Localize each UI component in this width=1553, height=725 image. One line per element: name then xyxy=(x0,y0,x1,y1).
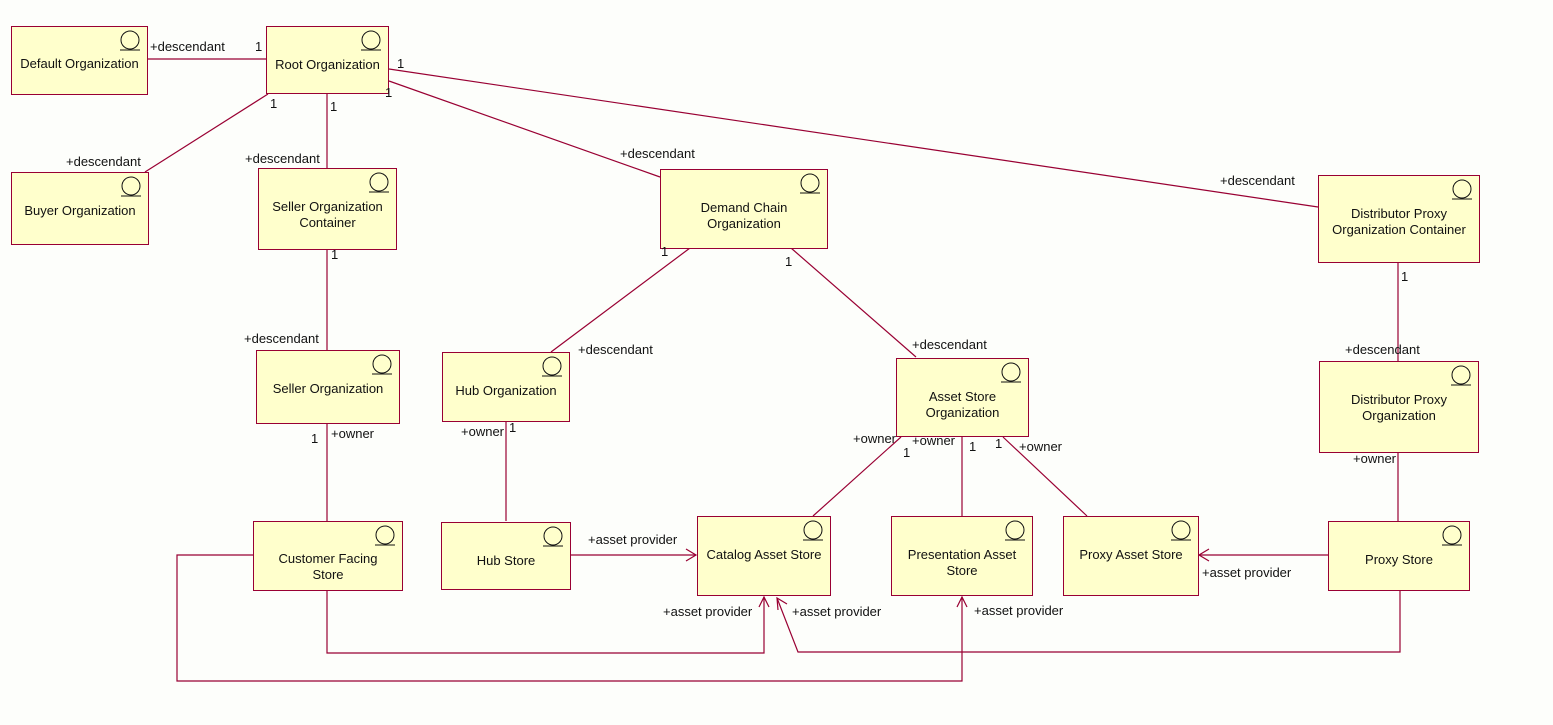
diagram-canvas: Default Organization Root Organization B… xyxy=(0,0,1553,725)
multiplicity-label: 1 xyxy=(969,439,977,454)
class-name: Seller Organization Container xyxy=(272,199,383,230)
class-name: Demand Chain Organization xyxy=(700,200,788,231)
entity-icon xyxy=(375,525,395,546)
role-label: +descendant xyxy=(66,154,141,169)
entity-icon xyxy=(803,520,823,541)
role-label: +descendant xyxy=(1220,173,1295,188)
class-seller-organization-container[interactable]: Seller Organization Container xyxy=(258,168,397,250)
entity-icon xyxy=(1171,520,1191,541)
class-name: Proxy Store xyxy=(1365,552,1433,567)
multiplicity-label: 1 xyxy=(785,254,793,269)
assoc-root-distributor-container[interactable] xyxy=(388,68,1319,208)
class-presentation-asset-store[interactable]: Presentation Asset Store xyxy=(891,516,1033,596)
assoc-proxystore-catalog[interactable] xyxy=(776,590,1401,653)
multiplicity-label: 1 xyxy=(385,85,393,100)
role-label: +descendant xyxy=(1345,342,1420,357)
role-label: +asset provider xyxy=(663,604,753,619)
class-proxy-asset-store[interactable]: Proxy Asset Store xyxy=(1063,516,1199,596)
class-name: Distributor Proxy Organization Container xyxy=(1332,206,1466,237)
class-seller-organization[interactable]: Seller Organization xyxy=(256,350,400,424)
multiplicity-label: 1 xyxy=(903,445,911,460)
role-label: +descendant xyxy=(244,331,319,346)
class-name: Proxy Asset Store xyxy=(1079,547,1183,562)
class-asset-store-organization[interactable]: Asset Store Organization xyxy=(896,358,1029,437)
class-name: Customer Facing Store xyxy=(278,551,378,582)
class-customer-facing-store[interactable]: Customer Facing Store xyxy=(253,521,403,591)
class-name: Catalog Asset Store xyxy=(706,547,822,562)
role-label: +asset provider xyxy=(1202,565,1292,580)
assoc-cfs-catalog[interactable] xyxy=(326,590,765,654)
role-label: +descendant xyxy=(578,342,653,357)
assoc-root-demand-chain[interactable] xyxy=(388,80,661,178)
multiplicity-label: 1 xyxy=(397,56,405,71)
entity-icon xyxy=(1001,362,1021,383)
multiplicity-label: 1 xyxy=(509,420,517,435)
arrow-head-catalog-bottom-right xyxy=(776,596,788,611)
role-label: +asset provider xyxy=(974,603,1064,618)
entity-icon xyxy=(1452,179,1472,200)
class-name: Buyer Organization xyxy=(24,203,136,218)
class-catalog-asset-store[interactable]: Catalog Asset Store xyxy=(697,516,831,596)
class-hub-store[interactable]: Hub Store xyxy=(441,522,571,590)
class-default-organization[interactable]: Default Organization xyxy=(11,26,148,95)
class-distributor-proxy-organization-container[interactable]: Distributor Proxy Organization Container xyxy=(1318,175,1480,263)
assoc-assetorg-catalog[interactable] xyxy=(812,436,902,517)
class-distributor-proxy-organization[interactable]: Distributor Proxy Organization xyxy=(1319,361,1479,453)
role-label: +owner xyxy=(912,433,955,448)
multiplicity-label: 1 xyxy=(1401,269,1409,284)
role-label: +owner xyxy=(331,426,374,441)
class-proxy-store[interactable]: Proxy Store xyxy=(1328,521,1470,591)
entity-icon xyxy=(372,354,392,375)
entity-icon xyxy=(361,30,381,51)
role-label: +descendant xyxy=(245,151,320,166)
role-label: +descendant xyxy=(912,337,987,352)
class-name: Default Organization xyxy=(20,56,139,71)
entity-icon xyxy=(800,173,820,194)
class-hub-organization[interactable]: Hub Organization xyxy=(442,352,570,422)
role-label: +owner xyxy=(461,424,504,439)
class-name: Hub Organization xyxy=(455,383,557,398)
class-name: Presentation Asset Store xyxy=(907,547,1017,578)
assoc-demand-assetstore[interactable] xyxy=(790,247,917,358)
entity-icon xyxy=(1451,365,1471,386)
class-buyer-organization[interactable]: Buyer Organization xyxy=(11,172,149,245)
entity-icon xyxy=(543,526,563,547)
role-label: +owner xyxy=(853,431,896,446)
class-name: Asset Store Organization xyxy=(925,389,1000,420)
entity-icon xyxy=(120,30,140,51)
class-name: Seller Organization xyxy=(272,381,384,396)
multiplicity-label: 1 xyxy=(331,247,339,262)
class-name: Root Organization xyxy=(275,57,380,72)
assoc-demand-hub[interactable] xyxy=(550,247,691,353)
multiplicity-label: 1 xyxy=(311,431,319,446)
class-name: Distributor Proxy Organization xyxy=(1350,392,1448,423)
entity-icon xyxy=(542,356,562,377)
entity-icon xyxy=(1442,525,1462,546)
role-label: +descendant xyxy=(620,146,695,161)
role-label: +owner xyxy=(1019,439,1062,454)
entity-icon xyxy=(121,176,141,197)
class-demand-chain-organization[interactable]: Demand Chain Organization xyxy=(660,169,828,249)
multiplicity-label: 1 xyxy=(255,39,263,54)
multiplicity-label: 1 xyxy=(661,244,669,259)
class-name: Hub Store xyxy=(476,553,536,568)
role-label: +asset provider xyxy=(588,532,678,547)
class-root-organization[interactable]: Root Organization xyxy=(266,26,389,94)
multiplicity-label: 1 xyxy=(270,96,278,111)
role-label: +asset provider xyxy=(792,604,882,619)
role-label: +owner xyxy=(1353,451,1396,466)
multiplicity-label: 1 xyxy=(995,436,1003,451)
entity-icon xyxy=(1005,520,1025,541)
entity-icon xyxy=(369,172,389,193)
multiplicity-label: 1 xyxy=(330,99,338,114)
role-label: +descendant xyxy=(150,39,225,54)
